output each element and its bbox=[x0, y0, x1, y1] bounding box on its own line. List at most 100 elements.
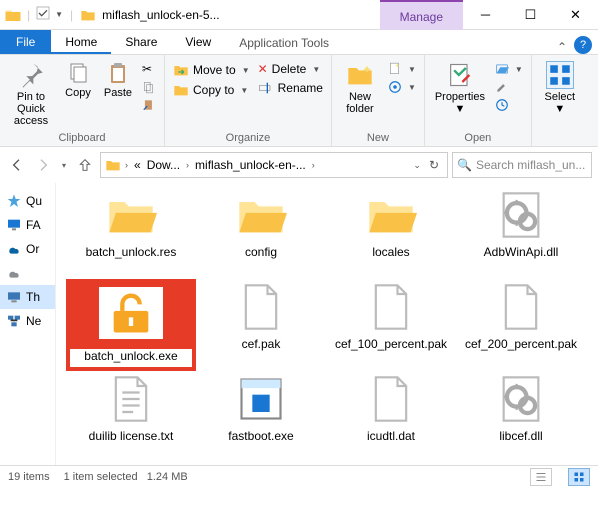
back-button[interactable] bbox=[6, 154, 28, 176]
ribbon-group-label: Organize bbox=[171, 130, 325, 146]
file-item[interactable]: icudtl.dat bbox=[326, 371, 456, 463]
ribbon-group-organize: Move to▼ Copy to▼ ✕Delete▼ Rename Organi… bbox=[165, 55, 332, 146]
move-to-button[interactable]: Move to▼ bbox=[171, 61, 252, 79]
folder-icon bbox=[80, 7, 96, 23]
file-icon bbox=[489, 189, 553, 241]
file-label: fastboot.exe bbox=[198, 429, 324, 443]
copy-to-button[interactable]: Copy to▼ bbox=[171, 81, 252, 99]
tree-node[interactable]: Qu bbox=[0, 189, 55, 213]
select-button[interactable]: Select▼ bbox=[538, 57, 582, 115]
file-item[interactable]: duilib license.txt bbox=[66, 371, 196, 463]
address-dropdown-icon[interactable]: ⌄ bbox=[411, 160, 423, 171]
rename-button[interactable]: Rename bbox=[256, 79, 325, 97]
up-button[interactable] bbox=[74, 154, 96, 176]
address-bar[interactable]: › « Dow... › miflash_unlock-en-... › ⌄ ↻ bbox=[100, 152, 448, 178]
forward-button[interactable] bbox=[32, 154, 54, 176]
file-label: duilib license.txt bbox=[68, 429, 194, 443]
file-list[interactable]: batch_unlock.resconfiglocalesAdbWinApi.d… bbox=[56, 183, 598, 465]
file-item[interactable]: AdbWinApi.dll bbox=[456, 187, 586, 279]
file-item[interactable]: cef_200_percent.pak bbox=[456, 279, 586, 371]
search-box[interactable]: 🔍 Search miflash_un... bbox=[452, 152, 592, 178]
recent-locations-button[interactable]: ▾ bbox=[58, 154, 70, 176]
tab-view[interactable]: View bbox=[171, 30, 225, 54]
ribbon-group-label: Clipboard bbox=[6, 130, 158, 146]
tree-node[interactable] bbox=[0, 261, 55, 285]
properties-button[interactable]: Properties▼ bbox=[431, 57, 489, 115]
breadcrumb[interactable]: Dow... bbox=[145, 158, 182, 172]
file-item[interactable]: config bbox=[196, 187, 326, 279]
copy-path-button[interactable] bbox=[140, 79, 158, 95]
tree-node-label: Or bbox=[26, 242, 39, 256]
file-icon bbox=[489, 281, 553, 333]
file-icon bbox=[359, 373, 423, 425]
ribbon-group-open: Properties▼ ▼ Open bbox=[425, 55, 532, 146]
refresh-button[interactable]: ↻ bbox=[425, 158, 443, 172]
ribbon-group-clipboard: Pin to Quick access Copy Paste ✂ Clipboa… bbox=[0, 55, 165, 146]
paste-button[interactable]: Paste bbox=[100, 57, 136, 99]
history-icon bbox=[495, 98, 509, 112]
tree-node[interactable]: FA bbox=[0, 213, 55, 237]
pin-to-quick-access-button[interactable]: Pin to Quick access bbox=[6, 57, 56, 127]
details-view-button[interactable] bbox=[530, 468, 552, 486]
breadcrumb[interactable]: miflash_unlock-en-... bbox=[193, 158, 308, 172]
file-label: cef_200_percent.pak bbox=[458, 337, 584, 351]
file-icon bbox=[229, 373, 293, 425]
tab-share[interactable]: Share bbox=[111, 30, 171, 54]
collapse-ribbon-icon[interactable]: ⌃ bbox=[550, 40, 574, 54]
tree-node-label: FA bbox=[26, 218, 41, 232]
open-button[interactable]: ▼ bbox=[493, 61, 525, 77]
chevron-right-icon[interactable]: › bbox=[123, 160, 130, 170]
easy-access-button[interactable]: ▼ bbox=[386, 79, 418, 95]
history-button[interactable] bbox=[493, 97, 525, 113]
file-item[interactable]: batch_unlock.res bbox=[66, 187, 196, 279]
delete-button[interactable]: ✕Delete▼ bbox=[256, 61, 325, 77]
edit-button[interactable] bbox=[493, 79, 525, 95]
tab-application-tools[interactable]: Application Tools bbox=[225, 32, 343, 54]
window-title: miflash_unlock-en-5... bbox=[96, 8, 219, 22]
breadcrumb-ellipsis[interactable]: « bbox=[132, 158, 143, 172]
file-icon bbox=[229, 281, 293, 333]
file-item[interactable]: batch_unlock.exe bbox=[66, 279, 196, 371]
file-label: locales bbox=[328, 245, 454, 259]
paste-shortcut-button[interactable] bbox=[140, 97, 158, 113]
navigation-tree[interactable]: Qu FA Or ThNe bbox=[0, 183, 56, 465]
chevron-down-icon: ▼ bbox=[240, 86, 248, 95]
tab-home[interactable]: Home bbox=[51, 30, 111, 54]
tree-node[interactable]: Or bbox=[0, 237, 55, 261]
minimize-button[interactable]: ─ bbox=[463, 0, 508, 29]
file-item[interactable]: locales bbox=[326, 187, 456, 279]
qat-separator: | bbox=[67, 8, 76, 22]
file-icon bbox=[489, 373, 553, 425]
folder-arrow-icon bbox=[173, 62, 189, 78]
cut-button[interactable]: ✂ bbox=[140, 61, 158, 77]
file-icon bbox=[99, 373, 163, 425]
help-icon[interactable]: ? bbox=[574, 36, 592, 54]
close-button[interactable]: ✕ bbox=[553, 0, 598, 29]
qat-check-icon[interactable] bbox=[35, 5, 51, 24]
new-item-button[interactable]: ▼ bbox=[386, 61, 418, 77]
maximize-button[interactable]: ☐ bbox=[508, 0, 553, 29]
file-label: cef_100_percent.pak bbox=[328, 337, 454, 351]
delete-icon: ✕ bbox=[258, 62, 268, 76]
chevron-right-icon[interactable]: › bbox=[310, 160, 317, 170]
tree-node-label: Qu bbox=[26, 194, 42, 208]
file-item[interactable]: cef_100_percent.pak bbox=[326, 279, 456, 371]
file-item[interactable]: fastboot.exe bbox=[196, 371, 326, 463]
file-icon bbox=[99, 189, 163, 241]
tree-node[interactable]: Ne bbox=[0, 309, 55, 333]
qat-separator: | bbox=[24, 8, 33, 22]
tree-node[interactable]: Th bbox=[0, 285, 55, 309]
large-icons-view-button[interactable] bbox=[568, 468, 590, 486]
file-item[interactable]: cef.pak bbox=[196, 279, 326, 371]
file-item[interactable]: libcef.dll bbox=[456, 371, 586, 463]
new-folder-button[interactable]: New folder bbox=[338, 57, 382, 115]
copy-button[interactable]: Copy bbox=[60, 57, 96, 99]
onedrive-grey-icon bbox=[6, 265, 22, 281]
chevron-right-icon[interactable]: › bbox=[184, 160, 191, 170]
qat-caret-icon[interactable]: ▼ bbox=[53, 10, 65, 19]
new-item-icon bbox=[388, 62, 402, 76]
file-tab[interactable]: File bbox=[0, 30, 51, 54]
ribbon-group-label: New bbox=[338, 130, 418, 146]
edit-icon bbox=[495, 80, 509, 94]
folder-icon bbox=[105, 157, 121, 173]
